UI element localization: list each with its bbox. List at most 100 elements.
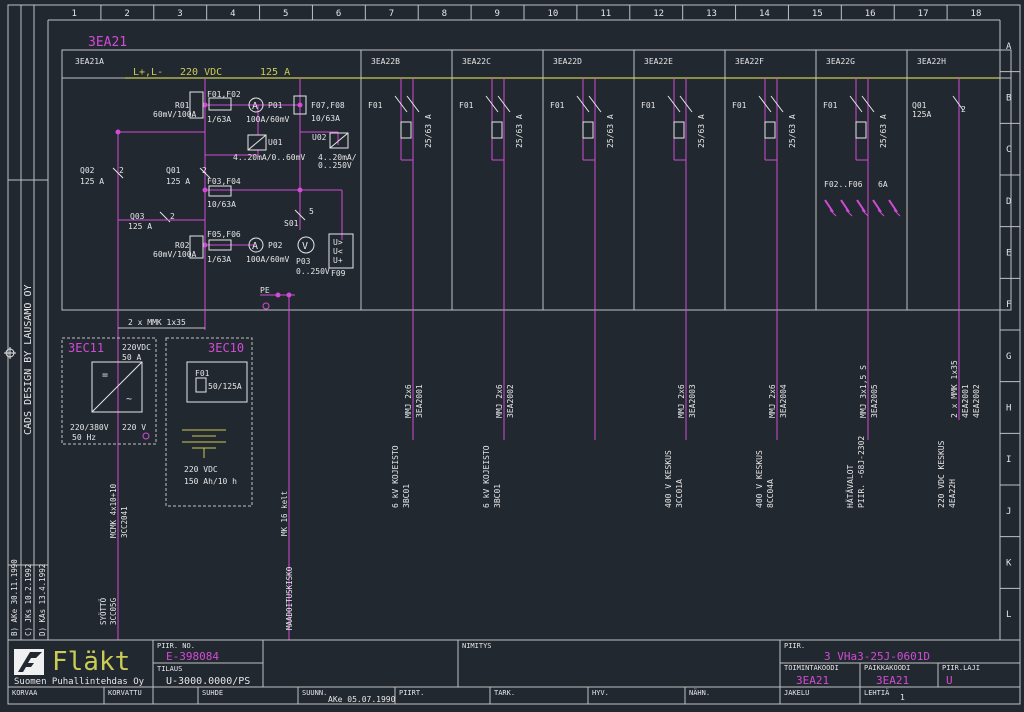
switchboard-enclosure (61, 49, 1012, 311)
g-fuses-label: F02..F06 (824, 180, 863, 189)
marker-icon (4, 347, 16, 359)
feeder-id: 3EA22C (462, 57, 491, 66)
tilaus: U-3000.0000/PS (166, 676, 250, 687)
f09-label: F09 (331, 269, 346, 278)
nahn-label: NÄHN. (689, 688, 710, 697)
q02-number: 2 (119, 166, 124, 175)
charger-cable: MCMK 4x10+10 (109, 483, 118, 538)
u02-value-2: 0..250V (318, 161, 352, 170)
feeder-cable-id: 3EA2004 (779, 384, 788, 418)
u02-label: U02 (312, 133, 327, 142)
feeder-cable-id: 3EA2003 (688, 384, 697, 418)
charger-current: 50 A (122, 353, 141, 362)
lehti: 1 (900, 693, 905, 702)
f07-label: F07,F08 (311, 101, 345, 110)
charger-source: SYÖTTÖ (99, 597, 108, 625)
lamp-fuse-icon (888, 199, 898, 213)
fuse-icon (673, 121, 685, 139)
f01-label: F01,F02 (207, 90, 241, 99)
rectifier-dc-symbol: = (102, 370, 108, 381)
f05-label: F05,F06 (207, 230, 241, 239)
battery-fuse-value: 50/125A (208, 382, 242, 391)
column-number: 16 (865, 9, 876, 19)
column-number: 5 (283, 9, 288, 19)
q02-label: Q02 (80, 166, 95, 175)
f05-value: 1/63A (207, 255, 231, 264)
feeder-destination: 6 kV KOJEISTO (482, 445, 491, 508)
row-letter: K (1006, 559, 1012, 569)
lamp-fuse-icon (872, 199, 882, 213)
f03-label: F03,F04 (207, 177, 241, 186)
feeder-cable: 2 x MMK 1x35 (950, 360, 959, 418)
toim: 3EA21 (796, 674, 829, 687)
suunn-label: SUUNN. (302, 689, 327, 697)
column-number: 4 (230, 9, 235, 19)
feeder-cable-id: 4EA2002 (972, 384, 981, 418)
cads-credit: CADS DESIGN BY LAUSAMO OY (23, 284, 34, 435)
g-fuse-block: F02..F06 6A (824, 180, 901, 217)
q01-label: Q01 (166, 166, 181, 175)
feeder-device: F01 (368, 101, 383, 110)
feeder-destination: 400 V KESKUS (755, 450, 764, 508)
fuse-icon (855, 121, 867, 139)
q03-label: Q03 (130, 212, 145, 221)
p02-label: P02 (268, 241, 283, 250)
lamp-fuse-icon (856, 199, 866, 213)
toim-label: TOIMINTAKOODI (784, 664, 839, 672)
earth-bar: MAADOITUSKISKO (285, 566, 294, 630)
lamp-fuse-icon (824, 199, 834, 213)
feeder-destination: 220 VDC KESKUS (937, 440, 946, 508)
charger-out: 220 V (122, 423, 146, 432)
revision-b: B) AKe 30.11.1990 (10, 559, 19, 636)
charger-id: 3EC11 (68, 341, 104, 355)
korvaa-label: KORVAA (12, 689, 38, 697)
voltmeter-p03-symbol: V (302, 241, 308, 252)
f03-value: 10/63A (207, 200, 236, 209)
nimitys-label: NIMITYS (462, 642, 492, 650)
feeder-id: 3EA22H (917, 57, 946, 66)
p03-value: 0..250V (296, 267, 330, 276)
flakt-logo-icon (14, 649, 44, 675)
f07-value: 10/63A (311, 114, 340, 123)
piir-no: E-398084 (166, 650, 219, 663)
feeder-destination-id: PIIR. -68J-2302 (857, 436, 866, 508)
feeder-id: 3EA22E (644, 57, 673, 66)
g-fuse-icons (824, 199, 901, 217)
busbar-current: 125 A (260, 67, 290, 78)
logo-wordmark: Fläkt (52, 647, 130, 677)
column-number: 2 (124, 9, 129, 19)
fuse-f01-icon (208, 97, 232, 111)
feeder-rating: 125A (912, 110, 931, 119)
feeder-rating: 25/63 A (606, 114, 615, 148)
u01-value: 4..20mA/0..60mV (233, 153, 305, 162)
row-letter: I (1006, 455, 1011, 465)
battery-id: 3EC10 (208, 341, 244, 355)
p01-value: 100A/60mV (246, 115, 290, 124)
fuse-icon (400, 121, 412, 139)
busbar-label: L+,L- (133, 67, 163, 78)
charger-earth-icon (142, 432, 150, 440)
transducer-diag (247, 134, 267, 151)
laji: U (946, 674, 953, 687)
feeder-id: 3EA22G (826, 57, 855, 66)
feeder-rating: 25/63 A (515, 114, 524, 148)
feeder-device: F01 (550, 101, 565, 110)
feeder-cable: MMJ 3x1,5 S (859, 365, 868, 418)
column-number: 8 (442, 9, 447, 19)
suhde-label: SUHDE (202, 689, 223, 697)
r02-label: R02 (175, 241, 190, 250)
column-number: 11 (600, 9, 611, 19)
feeder-device: F01 (641, 101, 656, 110)
pe-label: PE (260, 286, 270, 295)
feeder-destination-id: 3BC01 (493, 484, 502, 508)
feeder-destination-id: 8CC04A (766, 479, 775, 508)
feeder-id-row: 3EA22B 3EA22C 3EA22D 3EA22E 3EA22F 3EA22G 3EA2… (371, 57, 946, 66)
q01-number: 2 (202, 166, 207, 175)
column-number: 17 (918, 9, 929, 19)
ammeter-p01-symbol: A (252, 101, 258, 112)
feeder-rating: 25/63 A (697, 114, 706, 148)
f09-umin: U< (333, 247, 343, 256)
cable-top-label: 2 x MMK 1x35 (128, 318, 186, 327)
feeder-device: F01 (823, 101, 838, 110)
revision-c: C) JKs 10.2.1992 (24, 564, 33, 636)
